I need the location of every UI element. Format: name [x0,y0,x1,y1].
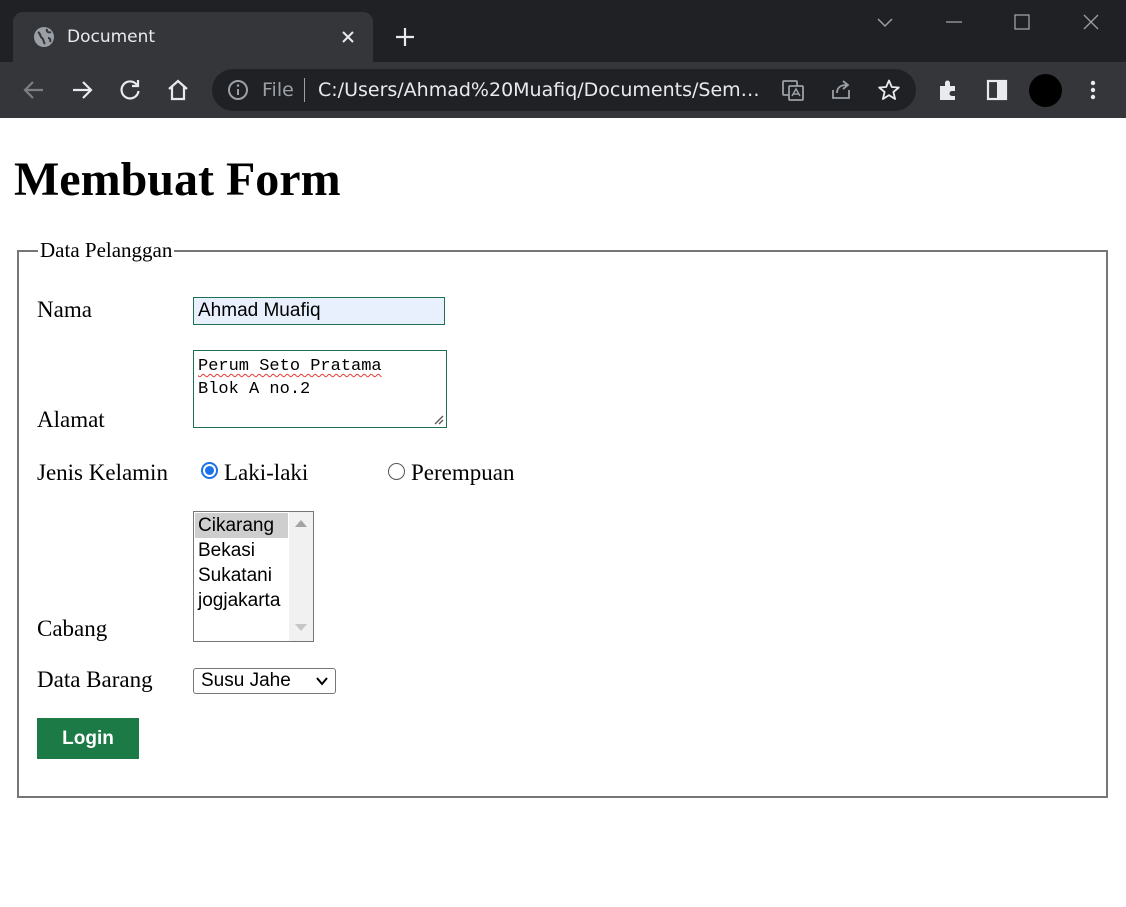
alamat-line-1: Perum Seto Pratama [198,357,382,376]
url-text[interactable]: C:/Users/Ahmad%20Muafiq/Documents/Seme..… [318,79,768,101]
star-icon[interactable] [877,78,901,102]
globe-icon [33,26,55,48]
radio-label-laki-laki[interactable]: Laki-laki [224,460,308,486]
scroll-up-arrow-icon[interactable] [295,520,307,527]
tab-strip: Document [0,0,1126,62]
minimize-icon[interactable] [942,10,966,34]
cabang-option-bekasi[interactable]: Bekasi [195,538,288,563]
login-button[interactable]: Login [37,718,139,759]
url-scheme-label: File [262,79,294,101]
cabang-option-sukatani[interactable]: Sukatani [195,563,288,588]
browser-toolbar: File C:/Users/Ahmad%20Muafiq/Documents/S… [0,62,1126,118]
more-menu-icon[interactable] [1080,77,1106,103]
resize-handle-icon[interactable] [432,413,444,425]
chevron-down-icon [315,675,329,687]
data-barang-selected-value: Susu Jahe [201,670,291,691]
radio-label-perempuan[interactable]: Perempuan [411,460,514,486]
fieldset-legend: Data Pelanggan [38,238,175,263]
chevron-down-icon[interactable] [873,10,897,34]
data-barang-label: Data Barang [37,667,153,692]
plus-icon[interactable] [393,25,417,49]
home-icon[interactable] [165,77,191,103]
radio-perempuan[interactable] [388,463,405,480]
reload-icon[interactable] [117,77,143,103]
scroll-down-arrow-icon[interactable] [295,624,307,631]
browser-tab[interactable]: Document [13,12,373,62]
cabang-option-jogjakarta[interactable]: jogjakarta [195,588,288,613]
listbox-scrollbar[interactable] [289,512,313,641]
customer-data-fieldset [17,250,1108,798]
close-icon[interactable] [337,26,359,48]
sidepanel-icon[interactable] [984,77,1010,103]
info-icon[interactable] [226,78,250,102]
cabang-label: Cabang [37,616,108,641]
back-icon[interactable] [21,77,47,103]
alamat-line-2: Blok A no.2 [198,380,311,399]
nama-input[interactable]: Ahmad Muafiq [193,297,445,325]
forward-icon[interactable] [69,77,95,103]
jenis-kelamin-label: Jenis Kelamin [37,460,168,485]
window-close-icon[interactable] [1079,10,1103,34]
radio-laki-laki[interactable] [201,462,218,479]
maximize-icon[interactable] [1010,10,1034,34]
tab-title: Document [67,27,156,47]
translate-icon[interactable] [781,78,805,102]
extensions-icon[interactable] [936,77,962,103]
page-title: Membuat Form [14,153,341,206]
cabang-listbox[interactable]: Cikarang Bekasi Sukatani jogjakarta [193,511,314,642]
profile-avatar[interactable] [1029,74,1062,107]
omnibox-divider [304,78,305,102]
share-icon[interactable] [829,78,853,102]
nama-label: Nama [37,297,92,322]
address-bar[interactable]: File C:/Users/Ahmad%20Muafiq/Documents/S… [212,69,916,111]
alamat-label: Alamat [37,407,105,432]
data-barang-select[interactable]: Susu Jahe [193,668,336,694]
cabang-option-cikarang[interactable]: Cikarang [195,513,288,538]
alamat-textarea[interactable]: Perum Seto Pratama Blok A no.2 [193,350,447,428]
